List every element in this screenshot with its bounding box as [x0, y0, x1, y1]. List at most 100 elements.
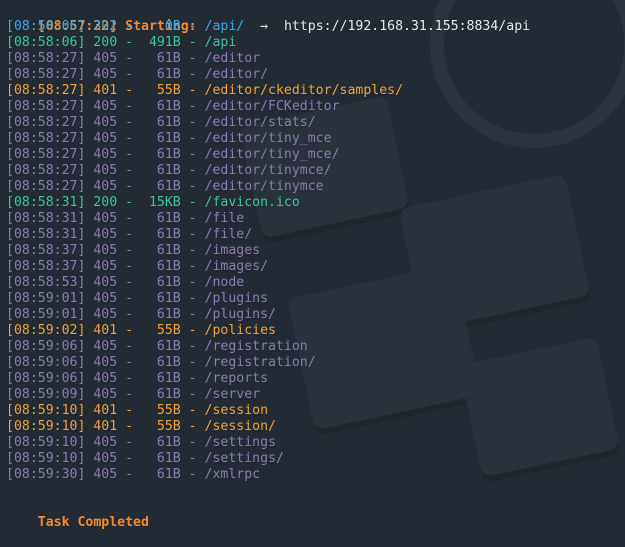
result-path: /plugins/: [204, 307, 276, 322]
result-status-code: 405: [93, 435, 118, 450]
result-status-code: 405: [93, 259, 118, 274]
result-path: /reports: [204, 371, 269, 386]
result-size: 55B: [156, 419, 181, 434]
scan-result-row: [08:58:27] 405 -61B - /editor/: [6, 67, 269, 82]
result-path: /favicon.ico: [204, 195, 300, 210]
result-status-code: 405: [93, 115, 118, 130]
result-path: /xmlrpc: [204, 467, 261, 482]
result-status-code: 405: [93, 51, 118, 66]
result-status-code: 405: [93, 99, 118, 114]
result-timestamp: [08:59:01]: [6, 291, 86, 306]
result-status-code: 405: [93, 163, 118, 178]
scan-result-row: [08:58:27] 405 -61B - /editor: [6, 51, 261, 66]
result-timestamp: [08:59:02]: [6, 323, 86, 338]
result-timestamp: [08:58:27]: [6, 115, 86, 130]
result-status-code: 401: [93, 83, 118, 98]
result-status-code: 405: [93, 275, 118, 290]
result-path: /policies: [204, 323, 276, 338]
result-status-code: 405: [93, 67, 118, 82]
result-timestamp: [08:58:27]: [6, 179, 86, 194]
result-timestamp: [08:59:10]: [6, 419, 86, 434]
result-path: /editor/tiny_mce: [204, 131, 332, 146]
result-size: 61B: [156, 211, 181, 226]
result-size: 61B: [156, 387, 181, 402]
result-path: /editor/ckeditor/samples/: [204, 83, 404, 98]
result-status-code: 405: [93, 291, 118, 306]
scan-results-list: [08:58:06] 302 -0B - /api/ → https://192…: [6, 19, 625, 483]
result-timestamp: [08:58:37]: [6, 243, 86, 258]
scan-result-row: [08:59:30] 405 -61B - /xmlrpc: [6, 467, 261, 482]
result-path: /editor/FCKeditor: [204, 99, 340, 114]
result-status-code: 401: [93, 403, 118, 418]
scan-result-row: [08:58:27] 405 -61B - /editor/tinymce/: [6, 163, 332, 178]
scan-result-row: [08:59:01] 405 -61B - /plugins: [6, 291, 269, 306]
result-timestamp: [08:58:31]: [6, 211, 86, 226]
result-size: 61B: [156, 291, 181, 306]
result-size: 61B: [156, 243, 181, 258]
result-size: 61B: [156, 131, 181, 146]
result-status-code: 405: [93, 147, 118, 162]
result-size: 61B: [156, 467, 181, 482]
result-size: 61B: [156, 115, 181, 130]
result-size: 0B: [164, 19, 181, 34]
result-timestamp: [08:59:01]: [6, 307, 86, 322]
scan-result-row: [08:58:06] 302 -0B - /api/ → https://192…: [6, 19, 531, 34]
result-timestamp: [08:59:30]: [6, 467, 86, 482]
scan-result-row: [08:58:27] 405 -61B - /editor/tiny_mce/: [6, 147, 340, 162]
result-timestamp: [08:59:06]: [6, 339, 86, 354]
result-status-code: 405: [93, 451, 118, 466]
result-size: 55B: [156, 323, 181, 338]
scan-result-row: [08:59:01] 405 -61B - /plugins/: [6, 307, 276, 322]
result-size: 61B: [156, 451, 181, 466]
result-status-code: 405: [93, 131, 118, 146]
result-size: 61B: [156, 51, 181, 66]
result-timestamp: [08:59:10]: [6, 451, 86, 466]
result-timestamp: [08:58:31]: [6, 195, 86, 210]
result-size: 61B: [156, 339, 181, 354]
result-timestamp: [08:58:27]: [6, 131, 86, 146]
scan-result-row: [08:59:10] 401 -55B - /session: [6, 403, 269, 418]
result-status-code: 405: [93, 371, 118, 386]
result-timestamp: [08:59:09]: [6, 387, 86, 402]
scan-result-row: [08:59:06] 405 -61B - /registration/: [6, 355, 316, 370]
result-status-code: 405: [93, 243, 118, 258]
result-timestamp: [08:59:10]: [6, 435, 86, 450]
result-timestamp: [08:58:06]: [6, 35, 86, 50]
result-timestamp: [08:59:06]: [6, 371, 86, 386]
result-size: 61B: [156, 227, 181, 242]
result-path: /session/: [204, 419, 276, 434]
result-timestamp: [08:58:27]: [6, 163, 86, 178]
result-path: /api/: [204, 19, 245, 34]
result-size: 61B: [156, 259, 181, 274]
result-path: /plugins: [204, 291, 269, 306]
scan-result-row: [08:58:53] 405 -61B - /node: [6, 275, 245, 290]
scan-result-row: [08:59:10] 401 -55B - /session/: [6, 419, 276, 434]
scan-result-row: [08:58:37] 405 -61B - /images: [6, 243, 261, 258]
result-size: 55B: [156, 403, 181, 418]
result-path: /api: [204, 35, 237, 50]
result-path: /editor: [204, 51, 261, 66]
result-size: 61B: [156, 179, 181, 194]
scan-result-row: [08:58:37] 405 -61B - /images/: [6, 259, 269, 274]
result-timestamp: [08:58:06]: [6, 19, 86, 34]
result-status-code: 405: [93, 211, 118, 226]
result-path: /editor/stats/: [204, 115, 316, 130]
result-size: 61B: [156, 307, 181, 322]
scan-result-row: [08:58:27] 405 -61B - /editor/stats/: [6, 115, 316, 130]
result-status-code: 401: [93, 419, 118, 434]
scan-result-row: [08:59:10] 405 -61B - /settings/: [6, 451, 284, 466]
result-timestamp: [08:59:06]: [6, 355, 86, 370]
scan-result-row: [08:58:31] 405 -61B - /file: [6, 211, 245, 226]
result-path: /editor/tinymce: [204, 179, 324, 194]
result-timestamp: [08:58:31]: [6, 227, 86, 242]
result-size: 55B: [156, 83, 181, 98]
result-size: 61B: [156, 67, 181, 82]
task-completed-line: Task Completed: [6, 499, 625, 530]
result-timestamp: [08:58:27]: [6, 147, 86, 162]
result-path: /editor/tiny_mce/: [204, 147, 340, 162]
result-path: /images: [204, 243, 261, 258]
result-timestamp: [08:58:37]: [6, 259, 86, 274]
scan-result-row: [08:58:06] 200 -491B - /api: [6, 35, 237, 50]
result-path: /editor/: [204, 67, 269, 82]
scan-result-row: [08:58:31] 200 -15KB - /favicon.ico: [6, 195, 300, 210]
